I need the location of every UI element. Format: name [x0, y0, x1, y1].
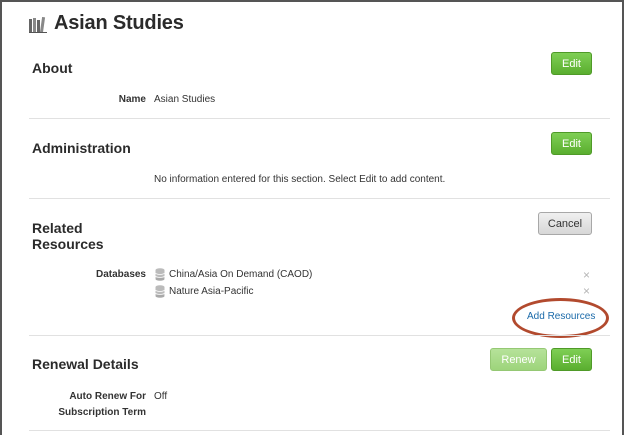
library-books-icon — [29, 17, 47, 33]
administration-edit-button[interactable]: Edit — [551, 132, 592, 155]
add-resources-link[interactable]: Add Resources — [527, 310, 595, 324]
auto-renew-label-line2: Subscription Term — [58, 407, 146, 418]
section-divider — [29, 335, 610, 336]
name-field-label: Name — [118, 94, 146, 105]
database-item-name[interactable]: Nature Asia-Pacific — [169, 284, 253, 300]
about-heading: About — [32, 60, 73, 76]
name-field-value: Asian Studies — [154, 94, 216, 105]
administration-empty-message: No information entered for this section.… — [154, 174, 446, 185]
section-divider — [29, 198, 610, 199]
administration-heading: Administration — [32, 140, 131, 156]
renew-button[interactable]: Renew — [490, 348, 547, 371]
section-divider — [29, 430, 610, 431]
remove-database-icon[interactable]: × — [583, 269, 590, 281]
database-item-name[interactable]: China/Asia On Demand (CAOD) — [169, 267, 312, 283]
related-resources-heading-line1: Related — [32, 220, 83, 236]
auto-renew-value: Off — [154, 391, 168, 402]
renewal-details-heading: Renewal Details — [32, 356, 139, 372]
auto-renew-label-line1: Auto Renew For — [69, 391, 146, 402]
databases-label: Databases — [95, 269, 146, 280]
database-icon — [155, 285, 165, 298]
about-edit-button[interactable]: Edit — [551, 52, 592, 75]
page-title: Asian Studies — [54, 11, 184, 34]
related-resources-heading-line2: Resources — [32, 236, 104, 252]
database-icon — [155, 268, 165, 281]
section-divider — [29, 118, 610, 119]
cancel-button[interactable]: Cancel — [538, 212, 592, 235]
renewal-edit-button[interactable]: Edit — [551, 348, 592, 371]
page-header: Asian Studies — [29, 10, 184, 36]
remove-database-icon[interactable]: × — [583, 285, 590, 297]
